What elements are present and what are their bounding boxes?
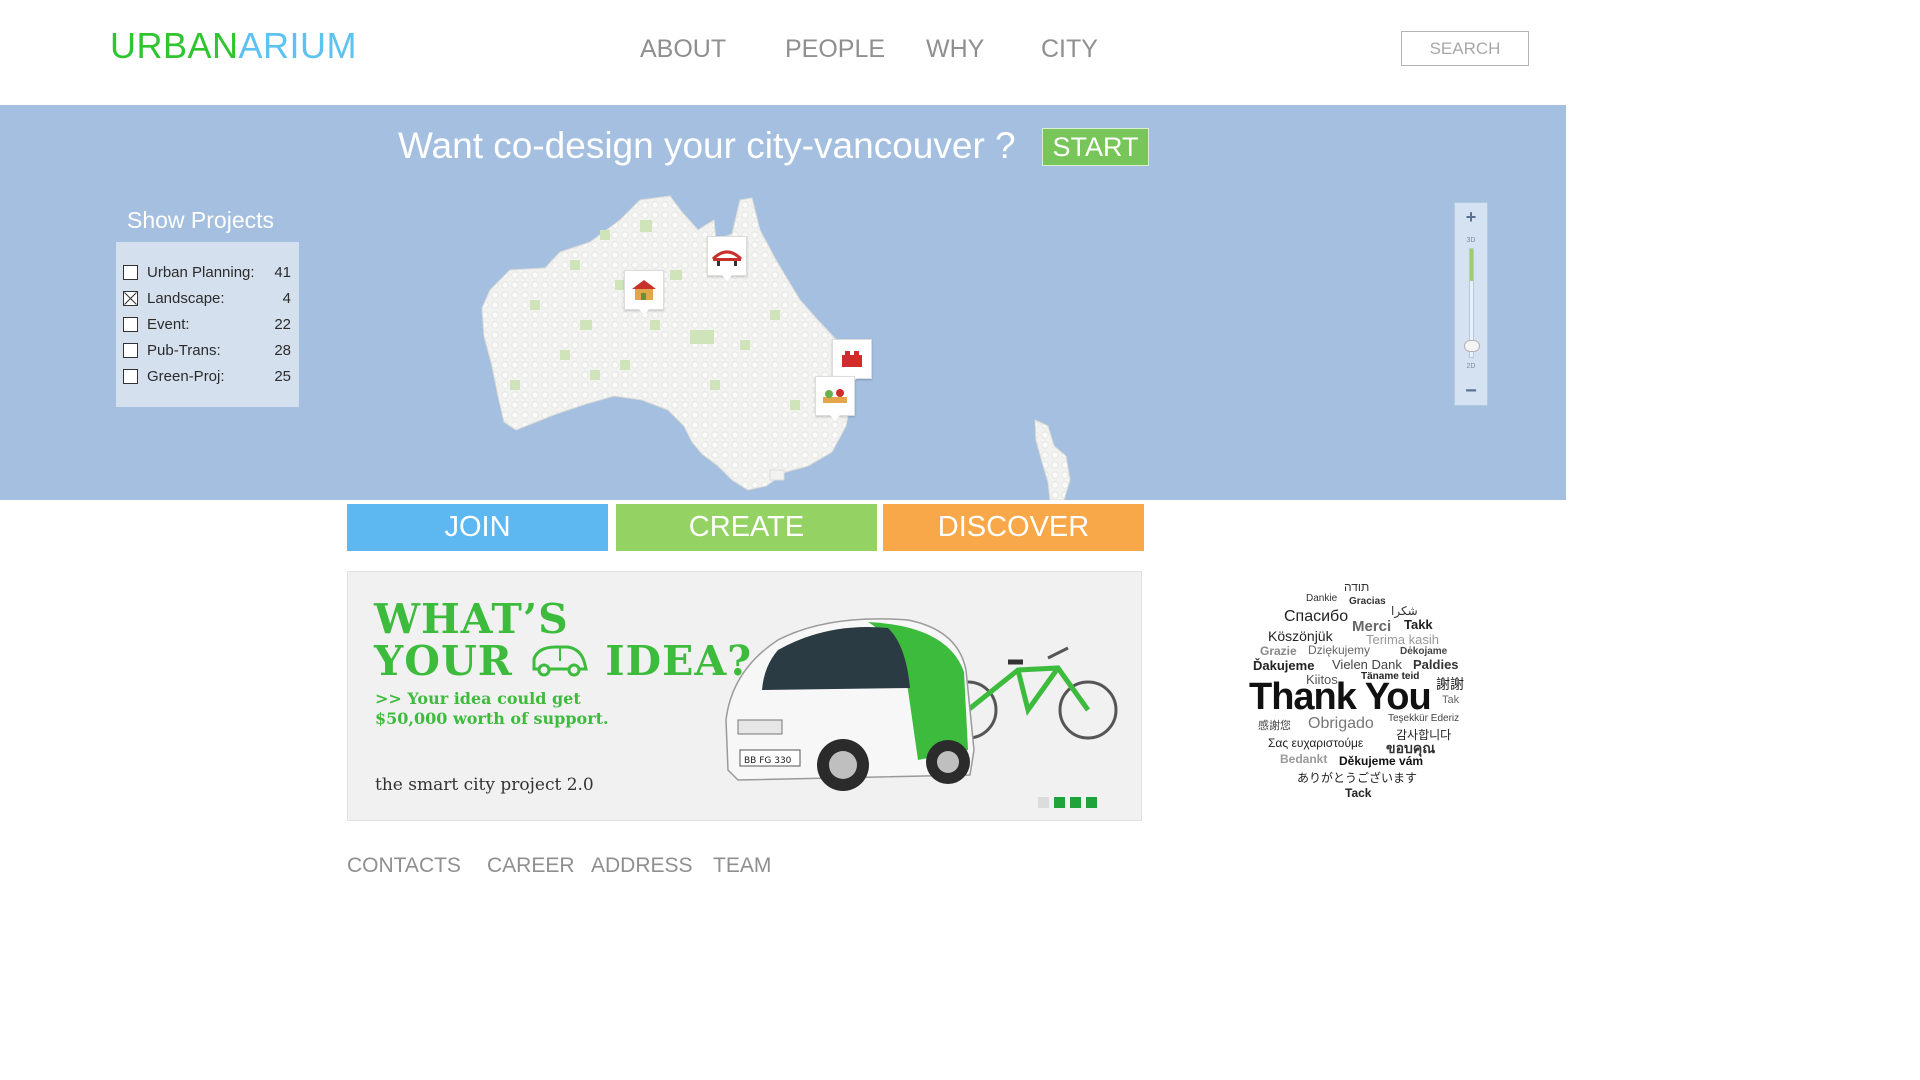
banner-subtext: >> Your idea could get $50,000 worth of … xyxy=(375,689,609,729)
join-button[interactable]: JOIN xyxy=(347,504,608,551)
cloud-word: Спасибо xyxy=(1284,608,1349,625)
cloud-word: شكرا xyxy=(1391,604,1418,618)
cloud-word: Σας ευχαριστούμε xyxy=(1268,736,1364,750)
nav-about[interactable]: ABOUT xyxy=(640,34,726,64)
footer-link-address[interactable]: ADDRESS xyxy=(591,853,693,879)
filter-count: 28 xyxy=(274,341,291,359)
brick-icon xyxy=(842,351,862,367)
cloud-word: Dankie xyxy=(1306,593,1338,604)
zoom-2d-label: 2D xyxy=(1466,363,1476,370)
logo-part-arium: ARIUM xyxy=(238,25,358,66)
cloud-word: Grazie xyxy=(1260,644,1297,658)
thank-you-word-cloud: תודה Dankie Gracias Спасибо شكرا Merci T… xyxy=(1246,580,1486,805)
filter-row-green-proj[interactable]: Green-Proj: 25 xyxy=(123,364,291,388)
cloud-word: Děkujeme vám xyxy=(1339,754,1424,768)
cloud-word: Terima kasih xyxy=(1366,632,1439,647)
filter-count: 25 xyxy=(274,367,291,385)
cloud-word: Tack xyxy=(1345,786,1372,800)
bridge-icon xyxy=(711,250,743,266)
banner-subtext-line1: >> Your idea could get xyxy=(375,689,581,708)
filter-label: Pub-Trans: xyxy=(147,341,221,359)
checkbox-landscape[interactable] xyxy=(123,290,138,306)
cloud-word: תודה xyxy=(1344,580,1370,594)
nav-city[interactable]: CITY xyxy=(1041,34,1098,64)
filter-count: 22 xyxy=(274,315,291,333)
cloud-word: Teşekkür Ederiz xyxy=(1388,713,1460,724)
cloud-word: Vielen Dank xyxy=(1332,657,1402,672)
cloud-word: 感謝您 xyxy=(1258,720,1291,732)
zoom-slider-handle[interactable] xyxy=(1464,340,1480,352)
slide-dot[interactable] xyxy=(1038,797,1049,808)
filter-label: Green-Proj: xyxy=(147,367,225,385)
checkbox-urban-planning[interactable] xyxy=(123,264,138,280)
banner-footer-text: the smart city project 2.0 xyxy=(375,775,594,795)
garden-icon xyxy=(823,389,847,403)
slide-dot[interactable] xyxy=(1070,797,1081,808)
cloud-word: Tak xyxy=(1442,694,1460,706)
slide-dot[interactable] xyxy=(1054,797,1065,808)
nav-people[interactable]: PEOPLE xyxy=(785,34,885,64)
cloud-word: Gracias xyxy=(1349,596,1386,607)
project-filter-panel: Urban Planning: 41 Landscape: 4 Event: 2… xyxy=(116,242,299,407)
cloud-word: Obrigado xyxy=(1308,715,1374,732)
hero-map-section: Want co-design your city-vancouver ? STA… xyxy=(0,105,1566,500)
smart-car-icon xyxy=(532,645,589,677)
map-australia[interactable] xyxy=(470,190,1110,500)
map-marker-house[interactable] xyxy=(624,270,664,315)
checkbox-pub-trans[interactable] xyxy=(123,342,138,358)
create-button[interactable]: CREATE xyxy=(616,504,877,551)
slide-dot[interactable] xyxy=(1086,797,1097,808)
filter-count: 4 xyxy=(282,289,291,307)
logo-part-urban: URBAN xyxy=(110,25,239,66)
banner-headline-line2: YOUR IDEA? xyxy=(374,640,752,682)
cloud-word: 謝謝 xyxy=(1436,676,1464,692)
filter-row-landscape[interactable]: Landscape: 4 xyxy=(123,286,291,310)
footer-link-team[interactable]: TEAM xyxy=(713,853,771,879)
nav-why[interactable]: WHY xyxy=(926,34,984,64)
promo-banner[interactable]: WHAT’S YOUR IDEA? >> Your idea could get… xyxy=(347,571,1142,821)
map-marker-block[interactable] xyxy=(832,339,872,384)
cloud-word: Ďakujeme xyxy=(1253,658,1315,673)
zoom-slider-fill xyxy=(1470,249,1473,281)
car-and-bike-image: BB FG 330 xyxy=(725,618,1118,791)
zoom-in-button[interactable]: + xyxy=(1455,206,1487,228)
map-marker-bridge[interactable] xyxy=(707,236,747,281)
slider-indicator xyxy=(1038,797,1097,808)
start-button[interactable]: START xyxy=(1042,128,1149,166)
banner-headline-your: YOUR xyxy=(374,637,513,685)
banner-headline-line1: WHAT’S xyxy=(374,595,569,643)
filter-row-urban-planning[interactable]: Urban Planning: 41 xyxy=(123,260,291,284)
discover-button[interactable]: DISCOVER xyxy=(883,504,1144,551)
cloud-word: Takk xyxy=(1404,617,1433,632)
map-marker-garden[interactable] xyxy=(815,376,855,421)
search-input[interactable]: SEARCH xyxy=(1401,31,1529,66)
cloud-word: Paldies xyxy=(1413,657,1459,672)
filter-row-pub-trans[interactable]: Pub-Trans: 28 xyxy=(123,338,291,362)
house-icon xyxy=(632,280,656,300)
filter-label: Landscape: xyxy=(147,289,225,307)
cloud-word: ありがとうございます xyxy=(1297,771,1418,785)
footer-link-contacts[interactable]: CONTACTS xyxy=(347,853,461,879)
cloud-word: Dėkojame xyxy=(1400,646,1448,657)
banner-subtext-line2: $50,000 worth of support. xyxy=(375,709,609,728)
cloud-word: Dziękujemy xyxy=(1308,643,1371,657)
license-plate: BB FG 330 xyxy=(744,756,792,766)
zoom-control: + 3D 2D − xyxy=(1454,202,1488,406)
checkbox-green-proj[interactable] xyxy=(123,368,138,384)
show-projects-title: Show Projects xyxy=(127,207,275,233)
filter-label: Urban Planning: xyxy=(147,263,255,281)
hero-title: Want co-design your city-vancouver ? xyxy=(398,125,1016,166)
filter-label: Event: xyxy=(147,315,190,333)
cloud-word: Bedankt xyxy=(1280,752,1328,766)
footer-link-career[interactable]: CAREER xyxy=(487,853,575,879)
filter-row-event[interactable]: Event: 22 xyxy=(123,312,291,336)
checkbox-event[interactable] xyxy=(123,316,138,332)
filter-count: 41 xyxy=(274,263,291,281)
zoom-out-button[interactable]: − xyxy=(1455,380,1487,402)
cloud-word: Köszönjük xyxy=(1268,628,1333,644)
zoom-3d-label: 3D xyxy=(1466,237,1476,244)
logo[interactable]: URBANARIUM xyxy=(110,26,357,66)
